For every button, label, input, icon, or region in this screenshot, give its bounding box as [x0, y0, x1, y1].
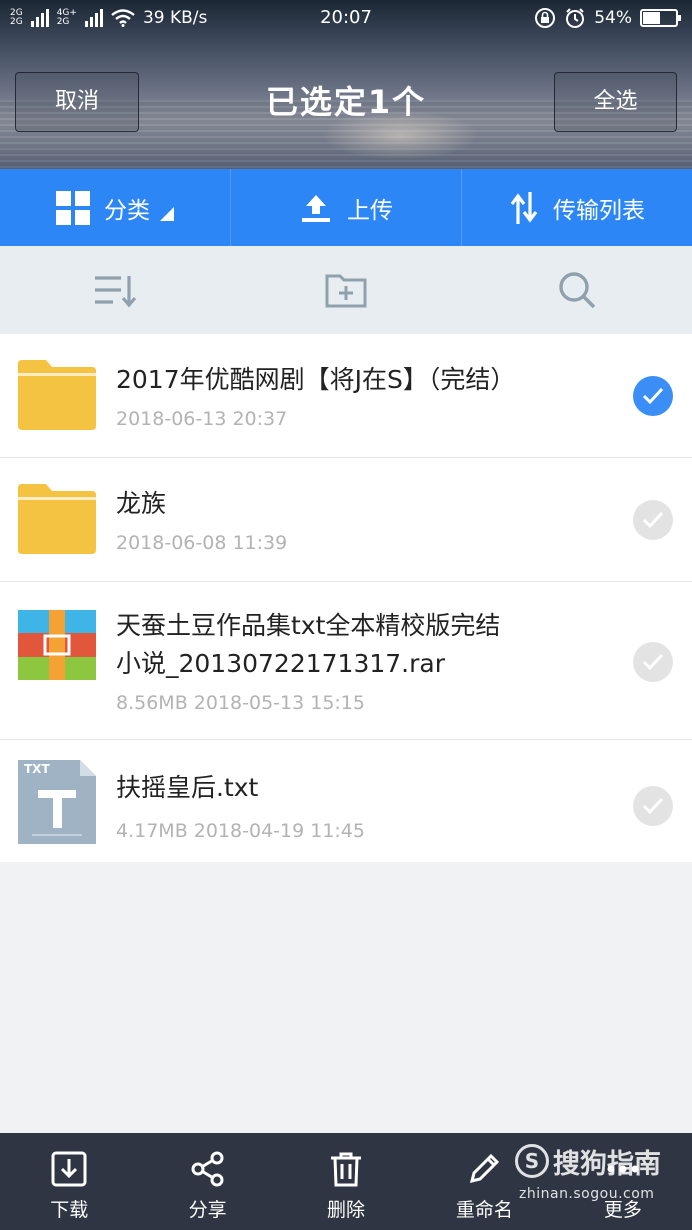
txt-badge: TXT: [24, 762, 50, 776]
archive-file-icon: [18, 610, 96, 680]
file-meta: 2018-06-08 11:39: [116, 532, 288, 554]
new-folder-icon: [325, 274, 367, 308]
transfer-arrows-icon: [510, 191, 538, 224]
category-button[interactable]: 分类: [0, 169, 231, 246]
watermark-brand: 搜狗指南: [553, 1149, 661, 1180]
file-name: 2017年优酷网剧【将J在S】（完结）: [116, 365, 516, 394]
checkmark-icon: [642, 653, 664, 671]
folder-icon: [18, 360, 96, 430]
grid-icon: [56, 190, 90, 225]
download-icon: [51, 1151, 87, 1187]
status-bar: 2G 2G 4G+ 2G 39 KB/s 20:07 54%: [0, 0, 692, 36]
battery-icon: [640, 9, 681, 27]
battery-percent: 54%: [594, 8, 632, 28]
search-button[interactable]: [461, 246, 692, 334]
list-item[interactable]: TXT 扶摇皇后.txt 4.17MB 2018-04-19 11:45: [0, 740, 692, 862]
header-banner: 2G 2G 4G+ 2G 39 KB/s 20:07 54% 取消 已选定1个 全选: [0, 0, 692, 169]
upload-button[interactable]: 上传: [231, 169, 462, 246]
dropdown-triangle-icon: [160, 206, 174, 221]
sort-button[interactable]: [0, 246, 231, 334]
search-icon: [558, 272, 595, 309]
pencil-icon: [470, 1153, 500, 1184]
selection-checkbox[interactable]: [633, 786, 673, 826]
transfer-list-button[interactable]: 传输列表: [462, 169, 692, 246]
upload-icon: [302, 194, 330, 222]
transfer-label: 传输列表: [553, 197, 645, 224]
selection-checkbox[interactable]: [633, 642, 673, 682]
watermark-url: zhinan.sogou.com: [519, 1186, 655, 1202]
upload-label: 上传: [347, 197, 393, 224]
new-folder-button[interactable]: [231, 246, 462, 334]
watermark: S 搜狗指南 zhinan.sogou.com: [513, 1140, 683, 1210]
file-name-line2: 小说_20130722171317.rar: [116, 649, 446, 678]
checkmark-icon: [642, 511, 664, 529]
file-name-line1: 天蚕土豆作品集txt全本精校版完结: [116, 611, 501, 640]
file-list: 2017年优酷网剧【将J在S】（完结） 2018-06-13 20:37 龙族 …: [0, 334, 692, 862]
main-toolbar: 分类 上传 传输列表: [0, 169, 692, 246]
download-button[interactable]: 下载: [0, 1133, 138, 1230]
folder-icon: [18, 484, 96, 554]
share-button[interactable]: 分享: [138, 1133, 276, 1230]
trash-icon: [331, 1152, 362, 1187]
selection-checkbox[interactable]: [633, 500, 673, 540]
delete-button[interactable]: 删除: [277, 1133, 415, 1230]
list-item[interactable]: 龙族 2018-06-08 11:39: [0, 458, 692, 582]
select-all-button[interactable]: 全选: [554, 72, 677, 132]
file-meta: 4.17MB 2018-04-19 11:45: [116, 820, 365, 842]
alarm-icon: [566, 8, 585, 28]
category-label: 分类: [104, 197, 150, 224]
file-name: 扶摇皇后.txt: [116, 773, 259, 802]
file-meta: 8.56MB 2018-05-13 15:15: [116, 692, 365, 714]
selection-checkbox[interactable]: [633, 376, 673, 416]
secondary-toolbar: [0, 246, 692, 334]
file-name: 龙族: [116, 489, 167, 518]
delete-label: 删除: [327, 1199, 366, 1221]
checkmark-icon: [642, 387, 664, 405]
share-icon: [191, 1151, 224, 1187]
list-item[interactable]: 2017年优酷网剧【将J在S】（完结） 2018-06-13 20:37: [0, 334, 692, 458]
download-label: 下载: [50, 1199, 89, 1221]
checkmark-icon: [642, 797, 664, 815]
rotation-lock-icon: [535, 8, 556, 28]
list-item[interactable]: 天蚕土豆作品集txt全本精校版完结 小说_20130722171317.rar …: [0, 582, 692, 740]
file-meta: 2018-06-13 20:37: [116, 408, 288, 430]
sogou-logo-icon: S: [515, 1144, 549, 1178]
rename-label: 重命名: [455, 1199, 513, 1221]
share-label: 分享: [188, 1199, 227, 1221]
sort-list-icon: [95, 276, 137, 308]
